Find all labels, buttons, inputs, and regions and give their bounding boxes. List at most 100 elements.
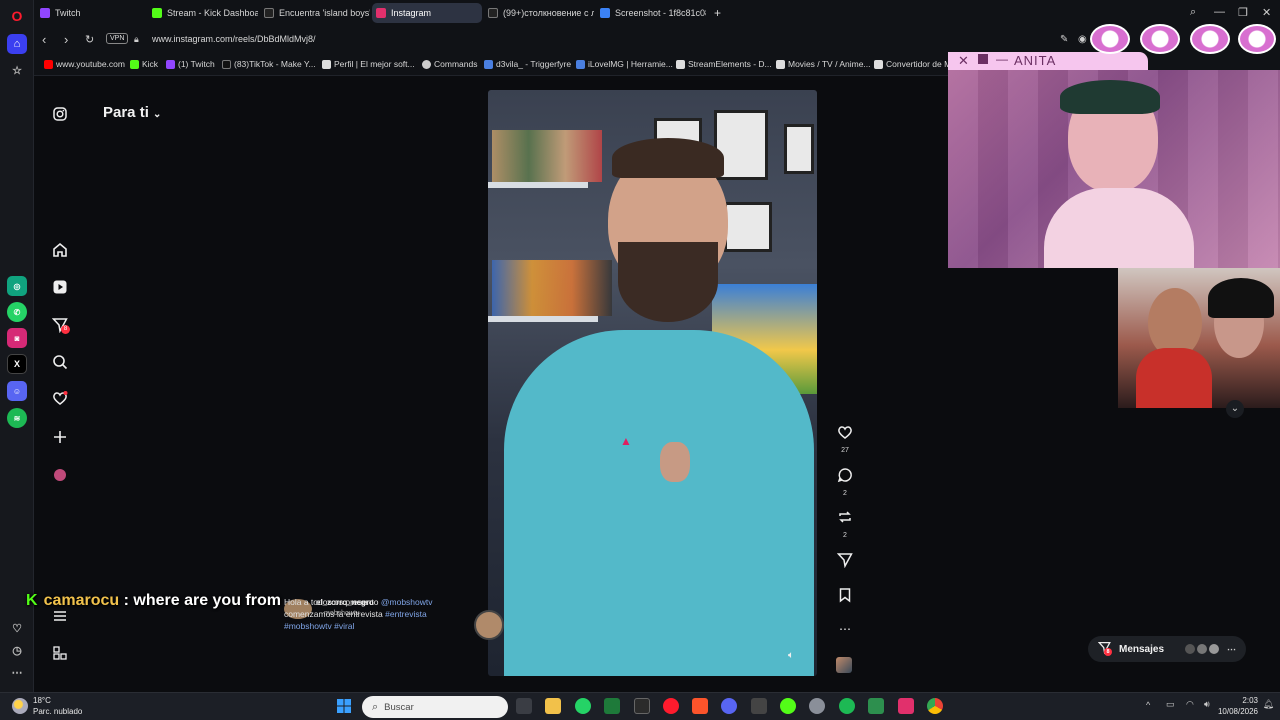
home-icon[interactable]: [51, 241, 69, 259]
tiktok-icon: [264, 8, 274, 18]
weather-widget[interactable]: 18°C Parc. nublado: [33, 695, 82, 717]
opera-icon[interactable]: [663, 698, 679, 714]
bookmark-kick[interactable]: Kick: [130, 59, 158, 69]
lock-icon[interactable]: 🔒︎: [134, 34, 139, 45]
url-field[interactable]: www.instagram.com/reels/DbBdMldMvj8/: [152, 34, 316, 44]
weather-icon[interactable]: [12, 698, 28, 714]
tab-twitch[interactable]: Twitch: [36, 3, 146, 23]
home-icon[interactable]: ⌂: [7, 34, 27, 54]
more-sidebar-icon[interactable]: ⋯: [7, 662, 27, 682]
opera-logo-icon[interactable]: O: [7, 6, 27, 26]
notifications-heart-icon[interactable]: [51, 389, 69, 407]
repost-button[interactable]: 2: [836, 509, 854, 539]
whatsapp-icon[interactable]: [575, 698, 591, 714]
bookmark-commands[interactable]: Commands: [422, 59, 477, 69]
reload-icon[interactable]: ↻: [85, 33, 94, 46]
heart-sidebar-icon[interactable]: ♡: [7, 618, 27, 638]
bookmark-movies[interactable]: Movies / TV / Anime...: [776, 59, 871, 69]
save-button[interactable]: [836, 587, 854, 608]
direct-icon[interactable]: 8: [51, 316, 70, 334]
reels-icon[interactable]: [51, 278, 69, 296]
search-tabs-icon[interactable]: ⌕: [1190, 6, 1196, 19]
instagram-sidebar-icon[interactable]: ◙: [7, 328, 27, 348]
close-window-icon[interactable]: ✕: [1262, 6, 1271, 19]
minimize-icon[interactable]: —: [1214, 6, 1225, 18]
bookmark-perfil[interactable]: Perfil | El mejor soft...: [322, 59, 415, 69]
tab-instagram[interactable]: Instagram: [372, 3, 482, 23]
comment-button[interactable]: 2: [836, 467, 854, 497]
edit-icon[interactable]: ✎: [1060, 34, 1068, 45]
app-icon[interactable]: [868, 698, 884, 714]
caption-hashtag[interactable]: #mobshowtv: [284, 621, 332, 631]
profile-avatar[interactable]: [51, 466, 69, 484]
bookmark-triggerfyre[interactable]: d3vila_ - Triggerfyre: [484, 59, 571, 69]
network-icon[interactable]: ▭: [1166, 699, 1175, 710]
coauthor-avatar[interactable]: [474, 610, 504, 640]
back-icon[interactable]: ‹: [42, 32, 46, 47]
caption-hashtag[interactable]: #entrevista: [385, 609, 427, 619]
messages-button[interactable]: 8 Mensajes ⋯: [1088, 636, 1246, 662]
tab-tiktok-video[interactable]: (99+)столкновение с лед: [484, 3, 594, 23]
instagram-logo-icon[interactable]: [51, 105, 69, 123]
audio-thumbnail[interactable]: [836, 657, 854, 673]
steam-icon[interactable]: [751, 698, 767, 714]
search-icon[interactable]: [51, 353, 69, 371]
restore-icon[interactable]: ❐: [1238, 6, 1248, 19]
forward-icon[interactable]: ›: [64, 32, 68, 47]
spotify-icon[interactable]: ≋: [7, 408, 27, 428]
discord-icon[interactable]: ☺: [7, 381, 27, 401]
history-icon[interactable]: ◷: [7, 640, 27, 660]
chatgpt-icon[interactable]: ◎: [7, 276, 27, 296]
share-button[interactable]: [836, 552, 854, 573]
tab-kick-dashboard[interactable]: Stream - Kick Dashboard: [148, 3, 258, 23]
obs-icon[interactable]: [634, 698, 650, 714]
mute-icon[interactable]: 🔈︎: [788, 650, 794, 661]
more-options-icon[interactable]: ⋯: [836, 622, 854, 636]
excel-icon[interactable]: [604, 698, 620, 714]
camera-icon[interactable]: ◉: [1078, 34, 1087, 45]
brave-icon[interactable]: [692, 698, 708, 714]
bookmark-ilovimg[interactable]: iLovelMG | Herramie...: [576, 59, 673, 69]
caption-mention[interactable]: @mobshowtv: [381, 597, 433, 607]
clock[interactable]: 2:03 10/08/2026: [1218, 695, 1258, 717]
x-twitter-icon[interactable]: X: [7, 354, 27, 374]
feed-selector[interactable]: Para ti ⌄: [103, 104, 161, 121]
taskbar-search[interactable]: ⌕ Buscar: [362, 696, 508, 718]
windows-start-icon[interactable]: [336, 698, 352, 714]
discord-icon[interactable]: [721, 698, 737, 714]
bookmark-label: Convertidor de M: [886, 59, 952, 69]
kick-app-icon[interactable]: [780, 698, 796, 714]
notifications-icon[interactable]: 🔔︎: [1263, 699, 1274, 710]
tiktok-app-icon[interactable]: [898, 698, 914, 714]
star-icon[interactable]: ☆: [7, 60, 27, 80]
also-from-meta-icon[interactable]: [51, 644, 69, 662]
task-view-icon[interactable]: [516, 698, 532, 714]
tray-chevron-icon[interactable]: ^: [1146, 700, 1150, 710]
like-button[interactable]: 27: [836, 424, 854, 454]
person-shirt: [504, 330, 814, 676]
whatsapp-icon[interactable]: ✆: [7, 302, 27, 322]
bookmark-streamelements[interactable]: StreamElements - D...: [676, 59, 772, 69]
create-plus-icon[interactable]: [51, 428, 69, 446]
chevron-down-icon[interactable]: ⌄: [1226, 400, 1244, 418]
tab-tiktok-search[interactable]: Encuentra 'island boys' e: [260, 3, 370, 23]
perfil-icon: [322, 59, 331, 69]
new-tab-button[interactable]: +: [710, 3, 728, 23]
caption-hashtag[interactable]: #viral: [334, 621, 354, 631]
tab-screenshot[interactable]: Screenshot - 1f8c81c08b6: [596, 3, 706, 23]
chat-separator: :: [119, 592, 134, 609]
wifi-icon[interactable]: ◠: [1186, 699, 1194, 710]
vpn-badge[interactable]: VPN: [106, 33, 129, 44]
bookmark-tiktok[interactable]: (83)TikTok - Make Y...: [222, 59, 316, 69]
file-explorer-icon[interactable]: [545, 698, 561, 714]
reel-video[interactable]: 🔈︎: [488, 90, 817, 676]
settings-icon[interactable]: [809, 698, 825, 714]
bookmark-twitch[interactable]: (1) Twitch: [166, 59, 215, 69]
repost-count: 2: [843, 532, 847, 539]
spotify-icon[interactable]: [839, 698, 855, 714]
bookmark-youtube[interactable]: www.youtube.com: [44, 59, 125, 69]
person-beard: [618, 242, 718, 322]
chrome-icon[interactable]: [927, 698, 943, 714]
bookmark-convertidor[interactable]: Convertidor de M: [874, 59, 951, 69]
volume-icon[interactable]: 🔊︎: [1204, 699, 1210, 710]
